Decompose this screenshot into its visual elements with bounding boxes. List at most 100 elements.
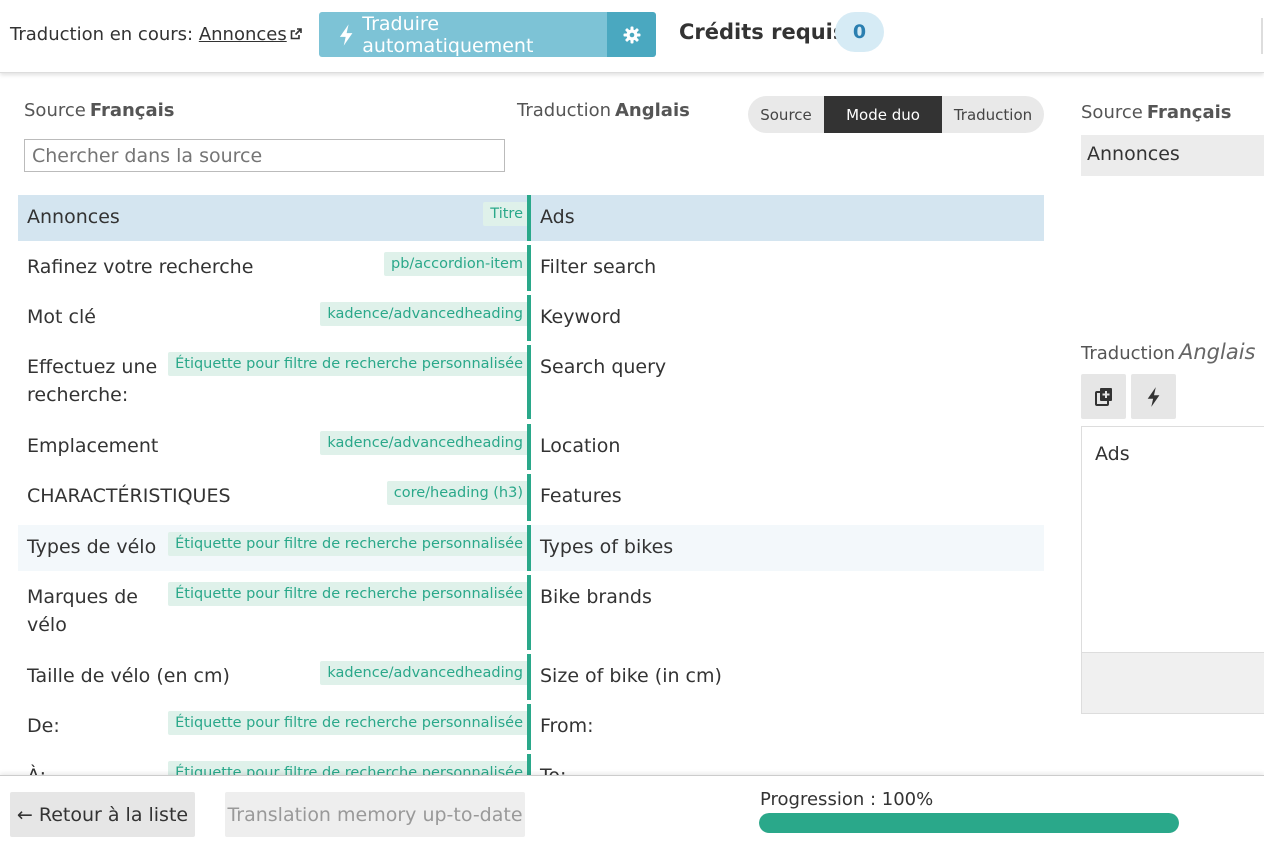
view-mode-toggle: Source Mode duo Traduction [748,96,1044,133]
segment-divider [527,345,531,419]
segment-source: Taille de vélo (en cm) [27,665,230,687]
segment-row[interactable]: Annonces Titre Ads [18,195,1044,241]
segment-source: Emplacement [27,435,159,457]
segment-translation[interactable]: Search query [540,353,666,381]
segment-source: Annonces [27,206,120,228]
divider [1261,18,1263,54]
segment-row[interactable]: Emplacement kadence/advancedheading Loca… [18,424,1044,474]
segment-tag: kadence/advancedheading [320,661,530,685]
segment-translation[interactable]: From: [540,712,593,740]
progress-label: Progression : 100% [760,789,934,810]
segment-source: De: [27,715,60,737]
segment-translation[interactable]: Size of bike (in cm) [540,662,722,690]
segment-source: CHARACTÉRISTIQUES [27,485,231,507]
segment-divider [527,575,531,650]
segment-row[interactable]: Taille de vélo (en cm) kadence/advancedh… [18,654,1044,704]
translation-editor-text[interactable]: Ads [1095,443,1130,465]
segment-tag: core/heading (h3) [386,481,530,505]
segment-list: Annonces Titre Ads Rafinez votre recherc… [18,195,1044,775]
segment-source: À: [27,762,177,775]
segment-divider [527,654,531,700]
auto-translate-label: Traduire automatiquement [362,12,534,57]
translation-header-label: Traduction [517,100,611,121]
copy-source-button[interactable] [1081,374,1126,419]
editor-source-text: Annonces [1081,135,1264,176]
segment-tag: Étiquette pour filtre de recherche perso… [168,352,530,376]
segment-source: Types de vélo [27,536,157,558]
source-header-lang: Français [89,100,175,121]
segment-row[interactable]: Types de vélo Étiquette pour filtre de r… [18,525,1044,571]
credits-label: Crédits requis [679,20,846,44]
editor-translation-label: Traduction [1081,343,1175,364]
segment-translation[interactable]: Bike brands [540,583,652,611]
source-header: Source Français [24,100,175,121]
top-bar: Traduction en cours: Annonces Traduire a… [0,0,1264,73]
segment-divider [527,474,531,521]
segment-tag: kadence/advancedheading [320,431,530,455]
segment-translation[interactable]: Types of bikes [540,533,673,561]
footer-bar: ← Retour à la liste Translation memory u… [0,775,1264,841]
segment-row[interactable]: Effectuez une recherche: Étiquette pour … [18,345,1044,423]
translation-editor[interactable]: Ads [1081,426,1264,714]
segment-row[interactable]: À: Étiquette pour filtre de recherche pe… [18,754,1044,775]
lightning-icon [1147,386,1159,407]
segment-tag: pb/accordion-item [384,252,530,276]
segment-tag: Étiquette pour filtre de recherche perso… [168,532,530,556]
editor-translation-header: Traduction Anglais [1081,340,1255,364]
segment-tag: Étiquette pour filtre de recherche perso… [168,711,530,735]
mode-translation-button[interactable]: Traduction [942,96,1044,133]
segment-row[interactable]: Marques de vélo Étiquette pour filtre de… [18,575,1044,654]
current-translation-link[interactable]: Annonces [199,24,287,45]
source-search-input[interactable] [24,139,505,172]
segment-translation[interactable]: Ads [540,203,575,231]
segment-source: Rafinez votre recherche [27,256,254,278]
credits-badge: 0 [835,12,884,52]
translation-memory-button: Translation memory up-to-date [225,792,525,837]
segment-source: Effectuez une recherche: [27,356,158,406]
current-translation-label: Traduction en cours: [10,24,194,45]
segment-translation[interactable]: Keyword [540,303,621,331]
segment-divider [527,704,531,750]
segment-row[interactable]: De: Étiquette pour filtre de recherche p… [18,704,1044,754]
editor-translation-lang: Anglais [1179,340,1256,364]
segment-divider [527,195,531,241]
segment-row[interactable]: CHARACTÉRISTIQUES core/heading (h3) Feat… [18,474,1044,525]
auto-translate-button[interactable]: Traduire automatiquement [319,12,607,57]
editor-source-lang: Français [1146,102,1232,123]
translation-header-lang: Anglais [615,100,690,121]
segment-divider [527,295,531,341]
segment-source: Marques de vélo [27,586,138,636]
segment-translation[interactable]: Features [540,482,622,510]
progress-bar [759,813,1179,833]
editor-source-label: Source [1081,102,1143,123]
external-link-icon[interactable] [290,28,302,40]
source-header-label: Source [24,100,86,121]
segment-source: Mot clé [27,306,96,328]
segment-divider [527,754,531,775]
segment-row[interactable]: Rafinez votre recherche pb/accordion-ite… [18,245,1044,295]
segment-translation[interactable]: To: [540,762,566,775]
auto-translate-settings-button[interactable] [607,12,656,57]
translation-header: Traduction Anglais [517,100,690,121]
segment-divider [527,245,531,291]
segment-tag: Étiquette pour filtre de recherche perso… [168,582,530,606]
segment-translation[interactable]: Filter search [540,253,656,281]
progress-bar-fill [759,813,1179,833]
segment-row[interactable]: Mot clé kadence/advancedheading Keyword [18,295,1044,345]
mode-duo-button[interactable]: Mode duo [824,96,942,133]
current-translation: Traduction en cours: Annonces [10,24,302,45]
segment-divider [527,424,531,470]
lightning-icon [339,23,353,46]
auto-translate-segment-button[interactable] [1131,374,1176,419]
mode-source-button[interactable]: Source [748,96,824,133]
segment-divider [527,525,531,571]
segment-tag: kadence/advancedheading [320,302,530,326]
segment-translation[interactable]: Location [540,432,620,460]
copy-icon [1094,387,1112,406]
translation-editor-footer [1082,652,1264,713]
gear-icon [623,26,640,43]
segment-tag: Titre [483,202,530,226]
segment-tag: Étiquette pour filtre de recherche perso… [168,761,530,775]
back-to-list-button[interactable]: ← Retour à la liste [10,792,195,837]
editor-source-header: Source Français [1081,102,1232,123]
